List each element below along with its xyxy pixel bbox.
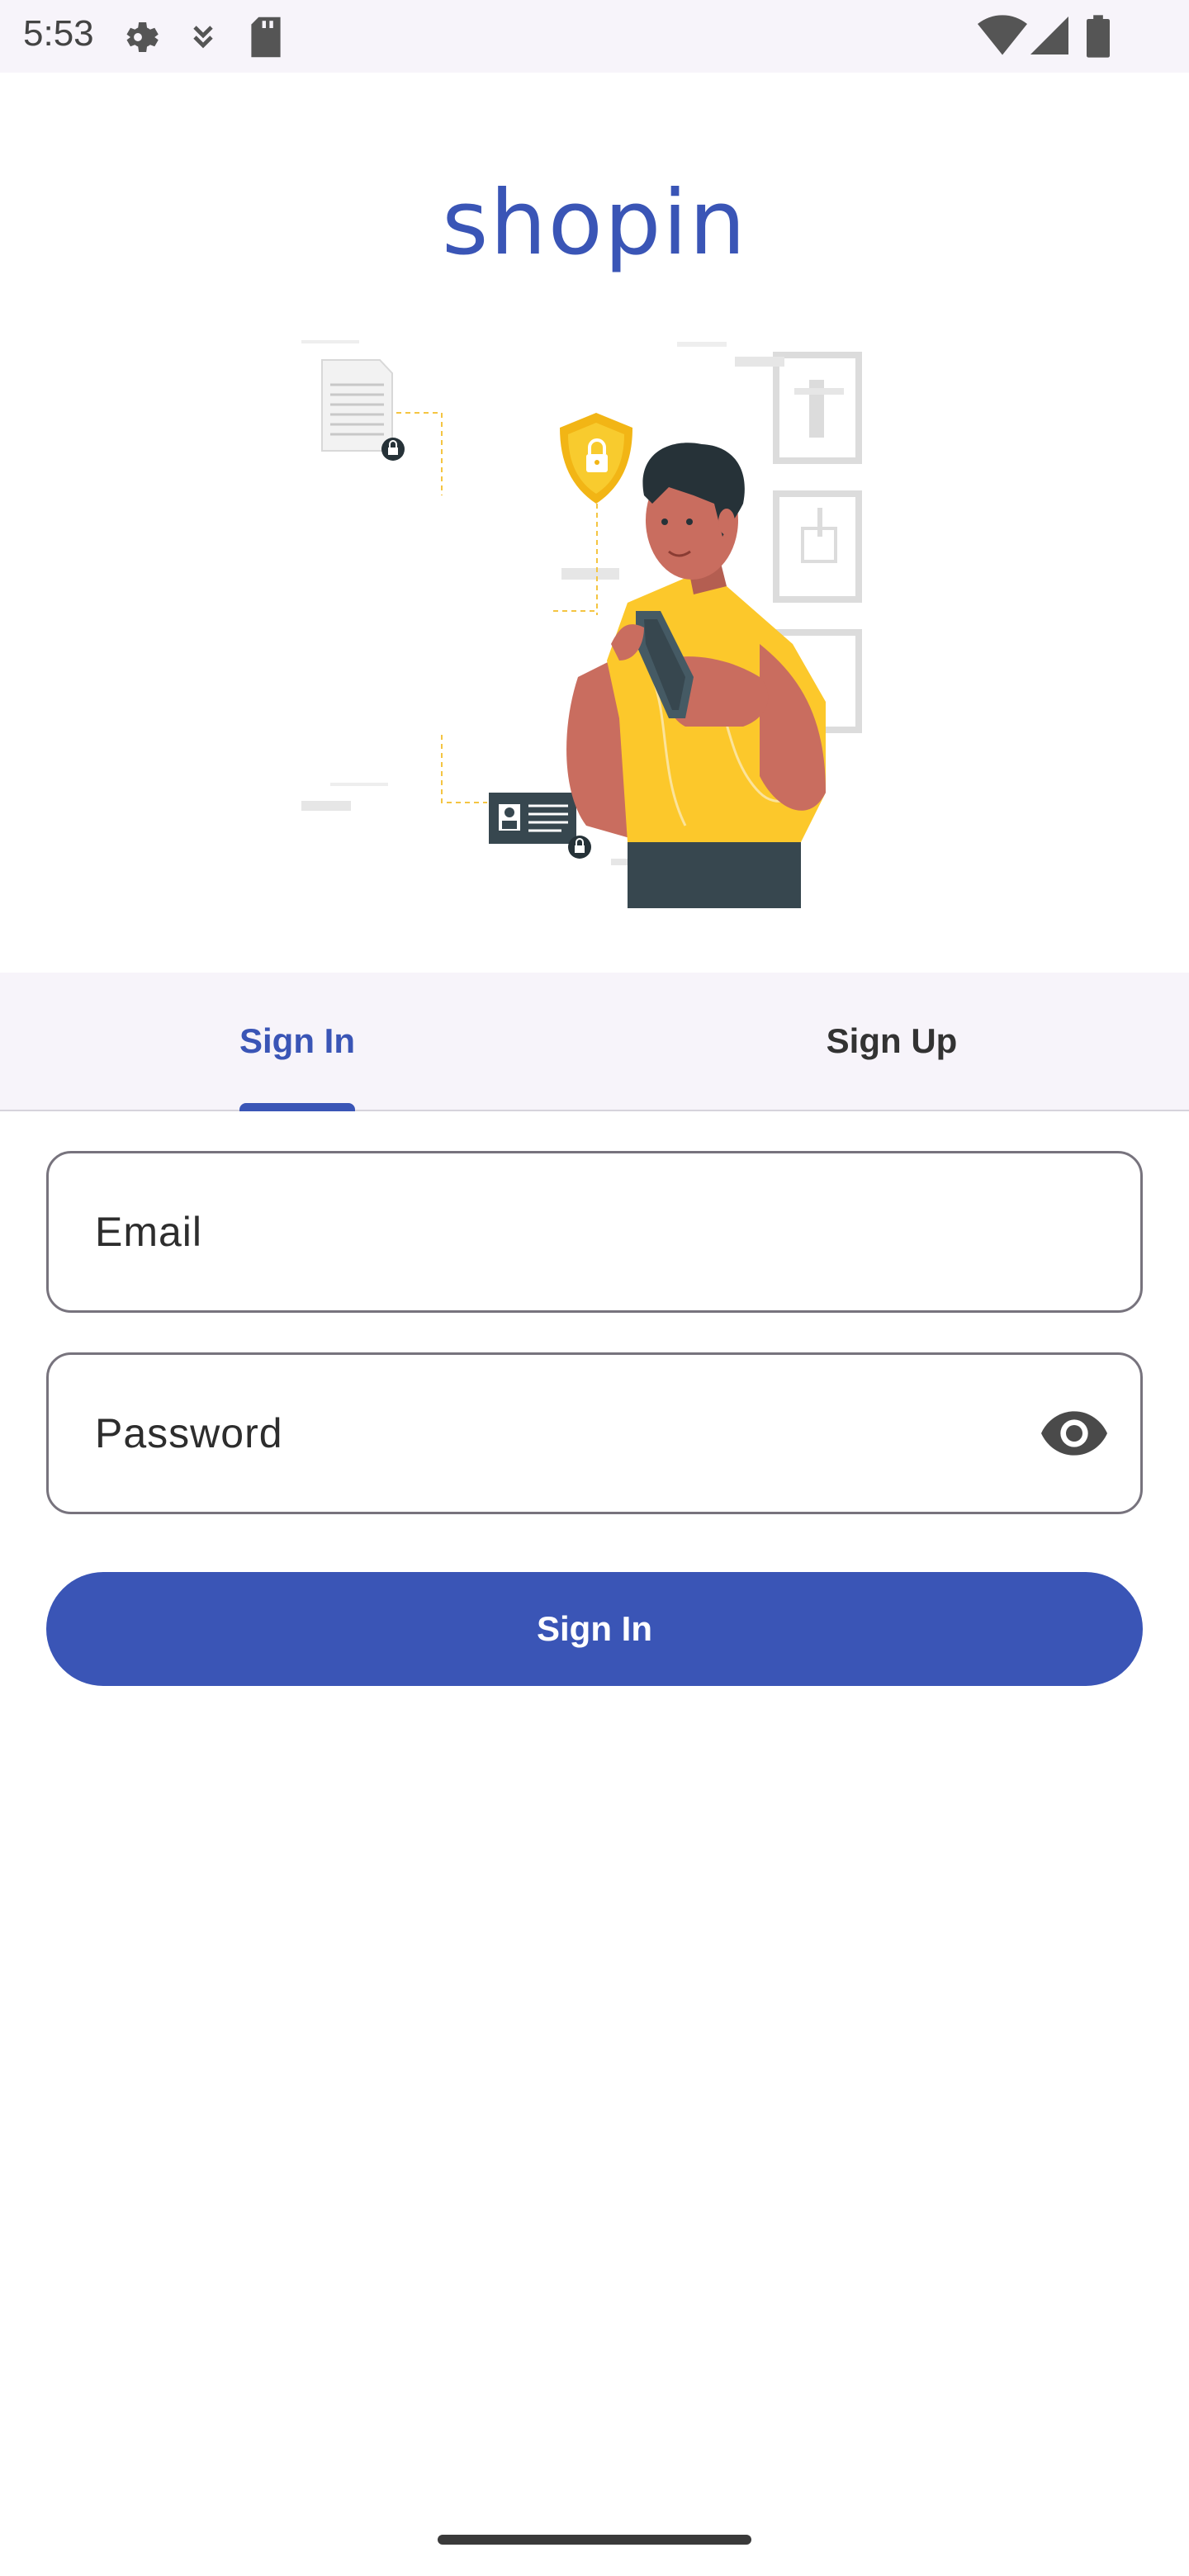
signal-icon: [1030, 17, 1068, 54]
auth-tabs: Sign In Sign Up: [0, 973, 1189, 1111]
battery-icon: [1087, 15, 1110, 58]
security-login-illustration: [301, 340, 862, 908]
sd-card-icon: [251, 17, 281, 58]
download-icon: [193, 26, 213, 49]
gesture-navigation-bar[interactable]: [438, 2535, 751, 2545]
tab-sign-up[interactable]: Sign Up: [594, 973, 1189, 1110]
wifi-icon: [978, 15, 1027, 55]
email-field[interactable]: Email: [46, 1151, 1143, 1313]
password-field-label: Password: [95, 1410, 283, 1456]
status-bar: 5:53: [0, 0, 1189, 73]
tab-selected-indicator: [239, 1103, 355, 1111]
sign-in-button[interactable]: Sign In: [46, 1572, 1143, 1686]
tab-sign-in[interactable]: Sign In: [0, 973, 594, 1110]
settings-icon: [126, 22, 159, 52]
eye-icon[interactable]: [1041, 1404, 1107, 1462]
app-logo: shopin: [442, 172, 747, 275]
email-field-label: Email: [95, 1209, 203, 1255]
status-time: 5:53: [23, 13, 94, 54]
password-field[interactable]: Password: [46, 1352, 1143, 1514]
